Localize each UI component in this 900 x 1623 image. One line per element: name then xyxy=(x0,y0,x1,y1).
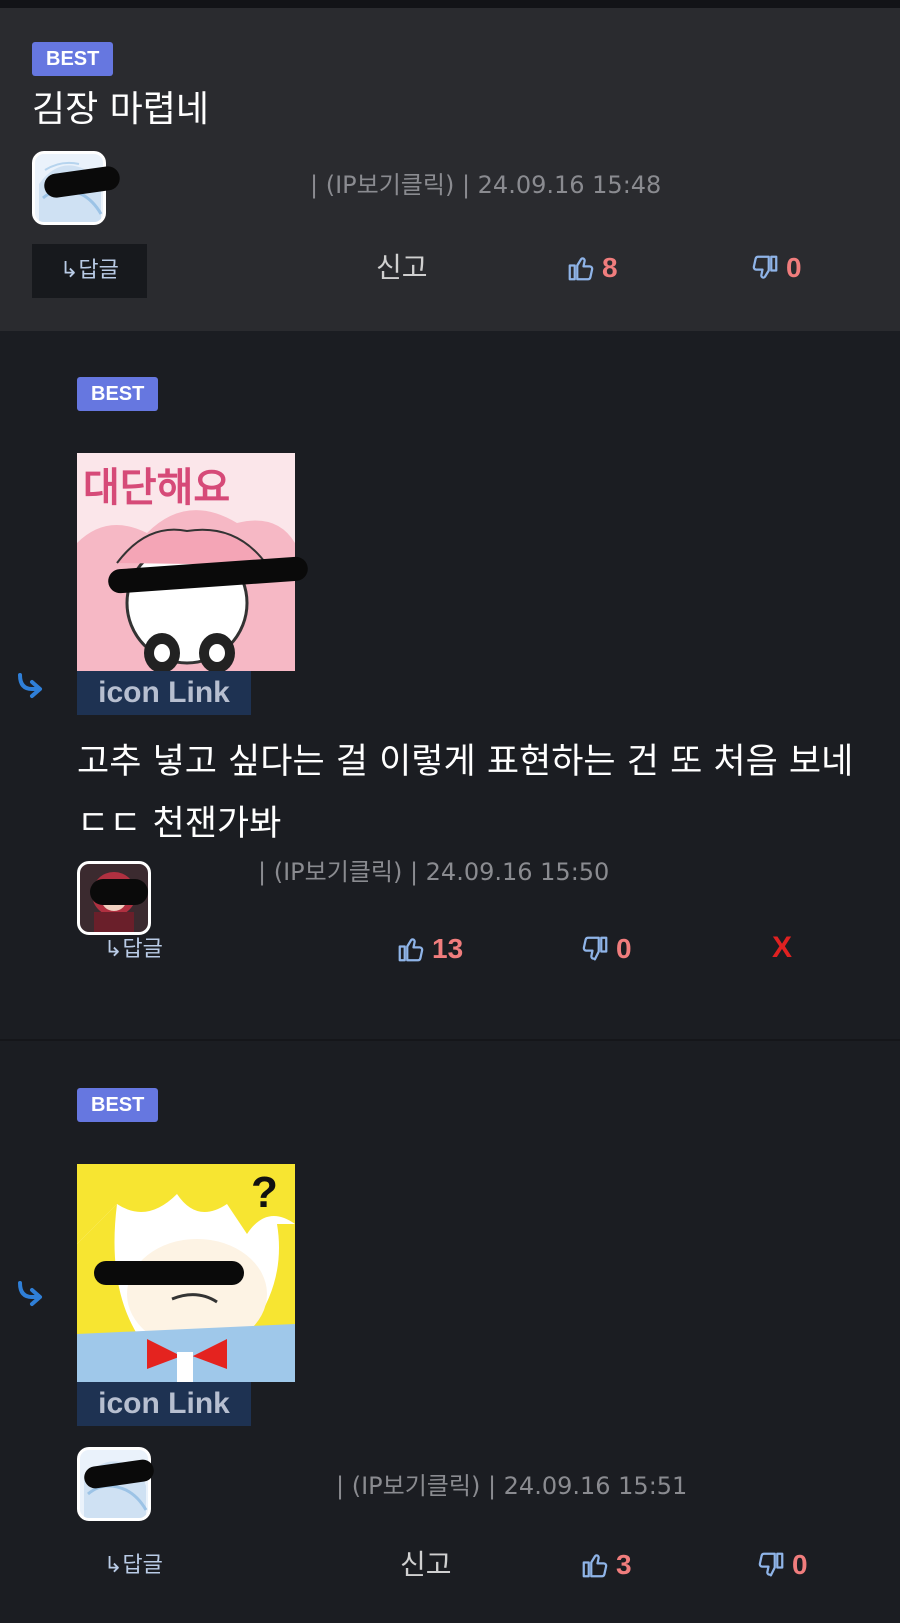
reply-button[interactable]: ↳답글 xyxy=(76,1539,191,1593)
like-count: 13 xyxy=(432,933,464,964)
thumbs-down-icon xyxy=(752,255,778,279)
meta-text[interactable]: | (IP보기클릭) | 24.09.16 15:48 xyxy=(310,171,661,199)
like-button[interactable]: 13 xyxy=(396,933,463,965)
reply-button[interactable]: ↳답글 xyxy=(76,923,191,977)
comment-best-2: BEST 대단해요 icon Link 고추 넣고 싶다는 걸 이렇게 표현하는… xyxy=(0,331,900,1041)
comment-meta: nick| (IP보기클릭) | 24.09.16 15:51 xyxy=(160,1471,687,1501)
comment-meta: nick| (IP보기클릭) | 24.09.16 15:50 xyxy=(160,857,609,887)
nickname-redacted: nick xyxy=(160,170,310,200)
report-button[interactable]: 신고 xyxy=(376,248,428,288)
nickname-redacted: nick xyxy=(160,857,258,887)
like-button[interactable]: 8 xyxy=(566,252,618,284)
best-badge: BEST xyxy=(77,1088,159,1122)
thumbs-down-icon xyxy=(582,936,608,961)
dislike-button[interactable]: 0 xyxy=(756,1549,808,1581)
like-count: 8 xyxy=(602,252,618,283)
sticker-caption: ? xyxy=(251,1168,278,1217)
comment-best-3: BEST ? icon Link nick| (IP보기클릭) | 24.09.… xyxy=(0,1041,900,1623)
thumbs-up-icon xyxy=(582,1554,608,1578)
icon-link[interactable]: icon Link xyxy=(77,1382,251,1426)
dislike-button[interactable]: 0 xyxy=(750,252,802,284)
comment-text: 김장 마렵네 xyxy=(32,89,210,130)
meta-text[interactable]: | (IP보기클릭) | 24.09.16 15:50 xyxy=(258,858,609,886)
dislike-count: 0 xyxy=(616,933,632,964)
comment-meta: nick| (IP보기클릭) | 24.09.16 15:48 xyxy=(160,170,661,200)
top-bar xyxy=(0,0,900,8)
redaction-mark xyxy=(90,879,148,905)
sticker-caption: 대단해요 xyxy=(83,465,231,511)
dislike-button[interactable]: 0 xyxy=(580,933,632,965)
nickname-redacted: nick xyxy=(160,1471,336,1501)
delete-button[interactable]: X xyxy=(772,931,792,965)
reply-arrow-icon xyxy=(18,1281,42,1306)
best-badge: BEST xyxy=(32,42,114,76)
meta-text[interactable]: | (IP보기클릭) | 24.09.16 15:51 xyxy=(336,1472,687,1500)
reply-arrow-icon xyxy=(18,673,42,698)
icon-link[interactable]: icon Link xyxy=(77,671,251,715)
thumbs-down-icon xyxy=(758,1552,784,1577)
comment-text: 고추 넣고 싶다는 걸 이렇게 표현하는 건 또 처음 보네 ㄷㄷ 천잰가봐 xyxy=(77,742,854,844)
like-button[interactable]: 3 xyxy=(580,1549,632,1581)
thumbs-up-icon xyxy=(568,257,594,281)
report-button[interactable]: 신고 xyxy=(400,1545,452,1585)
reply-button[interactable]: ↳답글 xyxy=(32,244,147,298)
dislike-count: 0 xyxy=(786,252,802,283)
comment-best-1: BEST 김장 마렵네 nick| (IP보기클릭) | 24.09.16 15… xyxy=(0,8,900,331)
thumbs-up-icon xyxy=(398,938,424,962)
like-count: 3 xyxy=(616,1549,632,1580)
redaction-mark xyxy=(94,1261,244,1285)
best-badge: BEST xyxy=(77,377,159,411)
dislike-count: 0 xyxy=(792,1549,808,1580)
